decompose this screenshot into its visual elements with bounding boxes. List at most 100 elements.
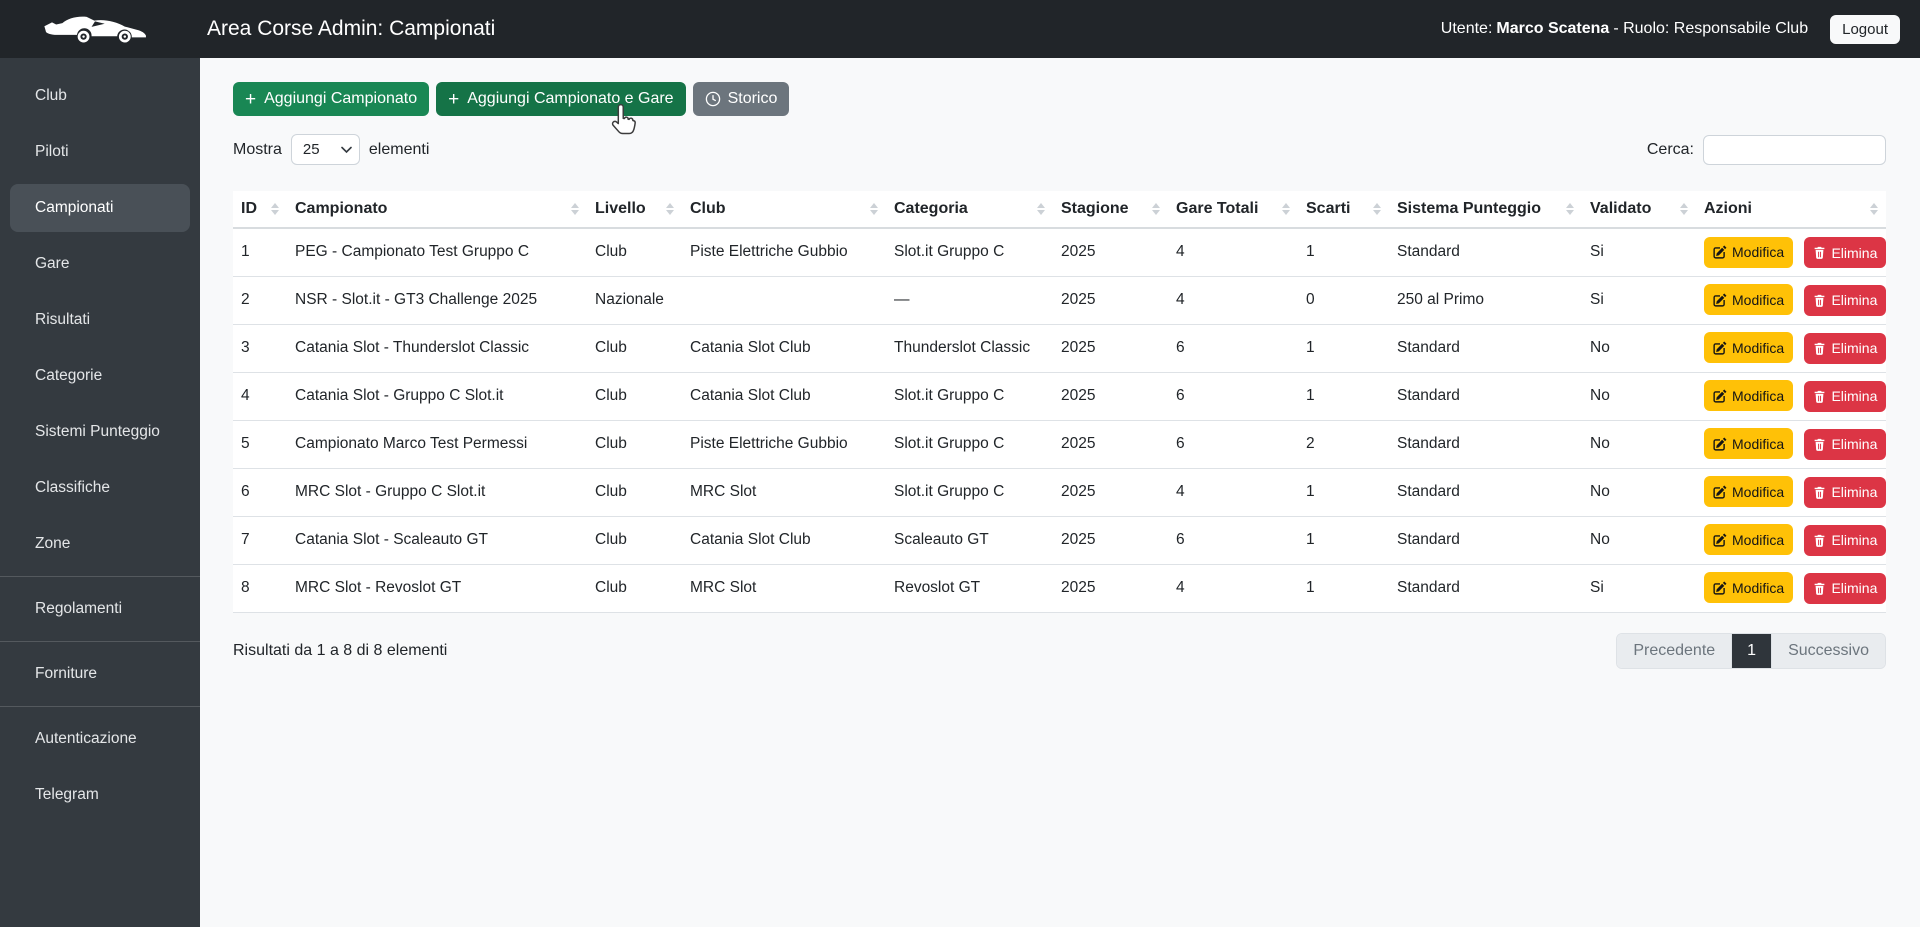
cell-stagione: 2025 [1053,228,1168,276]
cell-scarti: 1 [1298,468,1389,516]
table-row: 4 Catania Slot - Gruppo C Slot.it Club C… [233,372,1886,420]
sidebar-item-categorie[interactable]: Categorie [10,352,190,400]
elimina-button[interactable]: Elimina [1804,477,1886,508]
brand[interactable]: Area Corse Admin: Campionati [43,10,495,48]
clock-icon [705,91,721,107]
sidebar-item-telegram[interactable]: Telegram [10,771,190,819]
sidebar-item-sistemi-punteggio[interactable]: Sistemi Punteggio [10,408,190,456]
elimina-button[interactable]: Elimina [1804,573,1886,604]
table-row: 5 Campionato Marco Test Permessi Club Pi… [233,420,1886,468]
cell-gare-totali: 4 [1168,276,1298,324]
cell-id: 8 [233,564,287,612]
cell-sistema-punteggio: Standard [1389,228,1582,276]
cell-sistema-punteggio: Standard [1389,372,1582,420]
sidebar-divider [0,641,200,642]
cell-sistema-punteggio: Standard [1389,420,1582,468]
cell-club: Catania Slot Club [682,516,886,564]
column-header-id[interactable]: ID [233,191,287,228]
modifica-button[interactable]: Modifica [1704,284,1793,315]
column-header-categoria[interactable]: Categoria [886,191,1053,228]
cell-categoria: Slot.it Gruppo C [886,420,1053,468]
trash-icon [1813,438,1826,451]
pagination-next[interactable]: Successivo [1771,634,1885,668]
column-header-club[interactable]: Club [682,191,886,228]
column-header-stagione[interactable]: Stagione [1053,191,1168,228]
cell-club: MRC Slot [682,468,886,516]
cell-campionato: Campionato Marco Test Permessi [287,420,587,468]
sort-icon [1680,203,1688,215]
cell-gare-totali: 6 [1168,420,1298,468]
cell-scarti: 0 [1298,276,1389,324]
trash-icon [1813,534,1826,547]
cell-gare-totali: 6 [1168,372,1298,420]
cell-livello: Club [587,228,682,276]
page-title: Area Corse Admin: Campionati [207,17,495,41]
cell-azioni: Modifica Elimina [1696,420,1886,468]
elimina-button[interactable]: Elimina [1804,333,1886,364]
edit-icon [1713,581,1727,595]
cell-azioni: Modifica Elimina [1696,324,1886,372]
cell-validato: No [1582,324,1696,372]
column-header-gare-totali[interactable]: Gare Totali [1168,191,1298,228]
sidebar-item-zone[interactable]: Zone [10,520,190,568]
cell-livello: Club [587,564,682,612]
sidebar-divider [0,706,200,707]
sidebar-item-piloti[interactable]: Piloti [10,128,190,176]
modifica-button[interactable]: Modifica [1704,428,1793,459]
sidebar-item-club[interactable]: Club [10,72,190,120]
elimina-button[interactable]: Elimina [1804,237,1886,268]
cell-campionato: Catania Slot - Thunderslot Classic [287,324,587,372]
sort-icon [1037,203,1045,215]
modifica-button[interactable]: Modifica [1704,476,1793,507]
cell-id: 5 [233,420,287,468]
modifica-button[interactable]: Modifica [1704,237,1793,268]
logout-button[interactable]: Logout [1830,15,1900,44]
cell-club: Piste Elettriche Gubbio [682,228,886,276]
cell-stagione: 2025 [1053,276,1168,324]
column-header-azioni[interactable]: Azioni [1696,191,1886,228]
cell-campionato: MRC Slot - Gruppo C Slot.it [287,468,587,516]
page-size-select[interactable]: 25 [291,134,360,165]
cell-categoria: Slot.it Gruppo C [886,372,1053,420]
elimina-button[interactable]: Elimina [1804,429,1886,460]
modifica-button[interactable]: Modifica [1704,524,1793,555]
elements-label: elementi [369,141,429,159]
column-header-scarti[interactable]: Scarti [1298,191,1389,228]
add-championship-label: Aggiungi Campionato [264,90,417,108]
column-header-livello[interactable]: Livello [587,191,682,228]
sidebar-item-autenticazione[interactable]: Autenticazione [10,715,190,763]
modifica-button[interactable]: Modifica [1704,572,1793,603]
column-header-campionato[interactable]: Campionato [287,191,587,228]
sidebar: Club Piloti Campionati Gare Risultati Ca… [0,58,200,927]
cell-livello: Nazionale [587,276,682,324]
sidebar-item-classifiche[interactable]: Classifiche [10,464,190,512]
sort-icon [1566,203,1574,215]
elimina-button[interactable]: Elimina [1804,525,1886,556]
add-championship-button[interactable]: + Aggiungi Campionato [233,82,429,116]
sidebar-item-forniture[interactable]: Forniture [10,650,190,698]
sort-icon [666,203,674,215]
sidebar-item-gare[interactable]: Gare [10,240,190,288]
cell-club: Catania Slot Club [682,324,886,372]
table-row: 6 MRC Slot - Gruppo C Slot.it Club MRC S… [233,468,1886,516]
pagination-page-1[interactable]: 1 [1731,634,1771,668]
trash-icon [1813,342,1826,355]
sidebar-item-risultati[interactable]: Risultati [10,296,190,344]
sidebar-item-campionati[interactable]: Campionati [10,184,190,232]
cell-scarti: 1 [1298,324,1389,372]
championships-table: ID Campionato Livello Club Categoria Sta… [233,191,1886,613]
modifica-button[interactable]: Modifica [1704,332,1793,363]
sort-icon [1870,203,1878,215]
column-header-validato[interactable]: Validato [1582,191,1696,228]
pagination-previous[interactable]: Precedente [1617,634,1731,668]
cell-livello: Club [587,372,682,420]
elimina-button[interactable]: Elimina [1804,285,1886,316]
modifica-button[interactable]: Modifica [1704,380,1793,411]
search-input[interactable] [1703,135,1886,165]
sidebar-item-regolamenti[interactable]: Regolamenti [10,585,190,633]
add-championship-races-button[interactable]: + Aggiungi Campionato e Gare [436,82,685,116]
column-header-sistema-punteggio[interactable]: Sistema Punteggio [1389,191,1582,228]
cell-scarti: 1 [1298,228,1389,276]
elimina-button[interactable]: Elimina [1804,381,1886,412]
storico-button[interactable]: Storico [693,82,790,116]
